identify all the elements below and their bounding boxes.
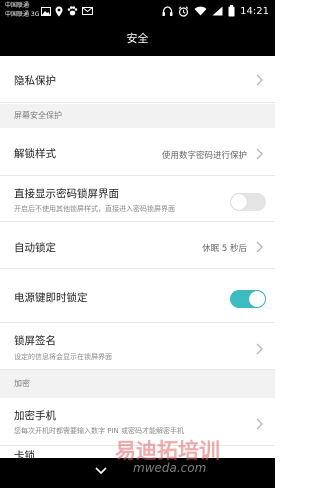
section-header-screen-security: 屏幕安全保护 (0, 104, 275, 128)
chevron-right-icon (256, 418, 263, 430)
system-icons: 14:21 (162, 4, 269, 18)
encrypt-phone-label: 加密手机 (14, 410, 56, 422)
page-title: 安全 (0, 22, 275, 56)
battery-icon (228, 5, 235, 17)
alarm-icon (178, 5, 189, 17)
power-lock-row: 电源键即时锁定 (0, 269, 275, 323)
wifi-icon (194, 6, 207, 16)
lockscreen-signature-label: 锁屏签名 (14, 335, 56, 347)
chevron-right-icon (256, 148, 263, 160)
unlock-style-value: 使用数字密码进行保护 (161, 151, 247, 161)
clock: 14:21 (240, 5, 269, 17)
privacy-label: 隐私保护 (14, 75, 56, 87)
power-lock-label: 电源键即时锁定 (14, 292, 88, 304)
privacy-row[interactable]: 隐私保护 (0, 56, 275, 103)
image-icon (41, 6, 51, 16)
signal-icon (212, 6, 223, 16)
auto-lock-label: 自动锁定 (14, 242, 56, 254)
chevron-down-icon[interactable] (94, 466, 108, 476)
chevron-right-icon (256, 241, 263, 253)
watermark-url: mweda.com (133, 461, 207, 475)
watermark: 易迪拓培训 mweda.com (109, 433, 269, 488)
auto-lock-row[interactable]: 自动锁定 休眠 5 秒后 (0, 222, 275, 269)
chevron-right-icon (256, 74, 263, 86)
direct-password-toggle[interactable] (230, 193, 266, 211)
lockscreen-signature-description: 设定的信息将会显示在锁屏界面 (14, 353, 112, 361)
direct-password-description: 开启后不使用其他锁屏样式，直接进入密码锁屏界面 (14, 205, 175, 213)
mail-icon (82, 7, 93, 15)
section-header-encryption: 加密 (0, 370, 275, 398)
toggle-knob (249, 291, 265, 307)
location-icon (55, 6, 63, 16)
direct-password-row: 直接显示密码锁屏界面 开启后不使用其他锁屏样式，直接进入密码锁屏界面 (0, 176, 275, 222)
power-lock-toggle[interactable] (230, 290, 266, 308)
carrier-2: 中国联通 3G (5, 11, 40, 18)
chevron-right-icon (256, 343, 263, 355)
paw-icon (67, 6, 78, 16)
lockscreen-signature-row[interactable]: 锁屏签名 设定的信息将会显示在锁屏界面 (0, 323, 275, 370)
toggle-knob (231, 194, 247, 210)
unlock-style-row[interactable]: 解锁样式 使用数字密码进行保护 (0, 128, 275, 176)
auto-lock-value: 休眠 5 秒后 (202, 244, 247, 254)
partial-row-label: 卡锁 (14, 450, 35, 458)
headset-icon (162, 5, 173, 16)
carrier-1: 中国联通 (5, 2, 30, 9)
direct-password-label: 直接显示密码锁屏界面 (14, 188, 119, 200)
unlock-style-label: 解锁样式 (14, 148, 56, 160)
notification-icons (41, 5, 93, 17)
status-bar: 中国联通 中国联通 3G 14:21 (0, 0, 275, 22)
